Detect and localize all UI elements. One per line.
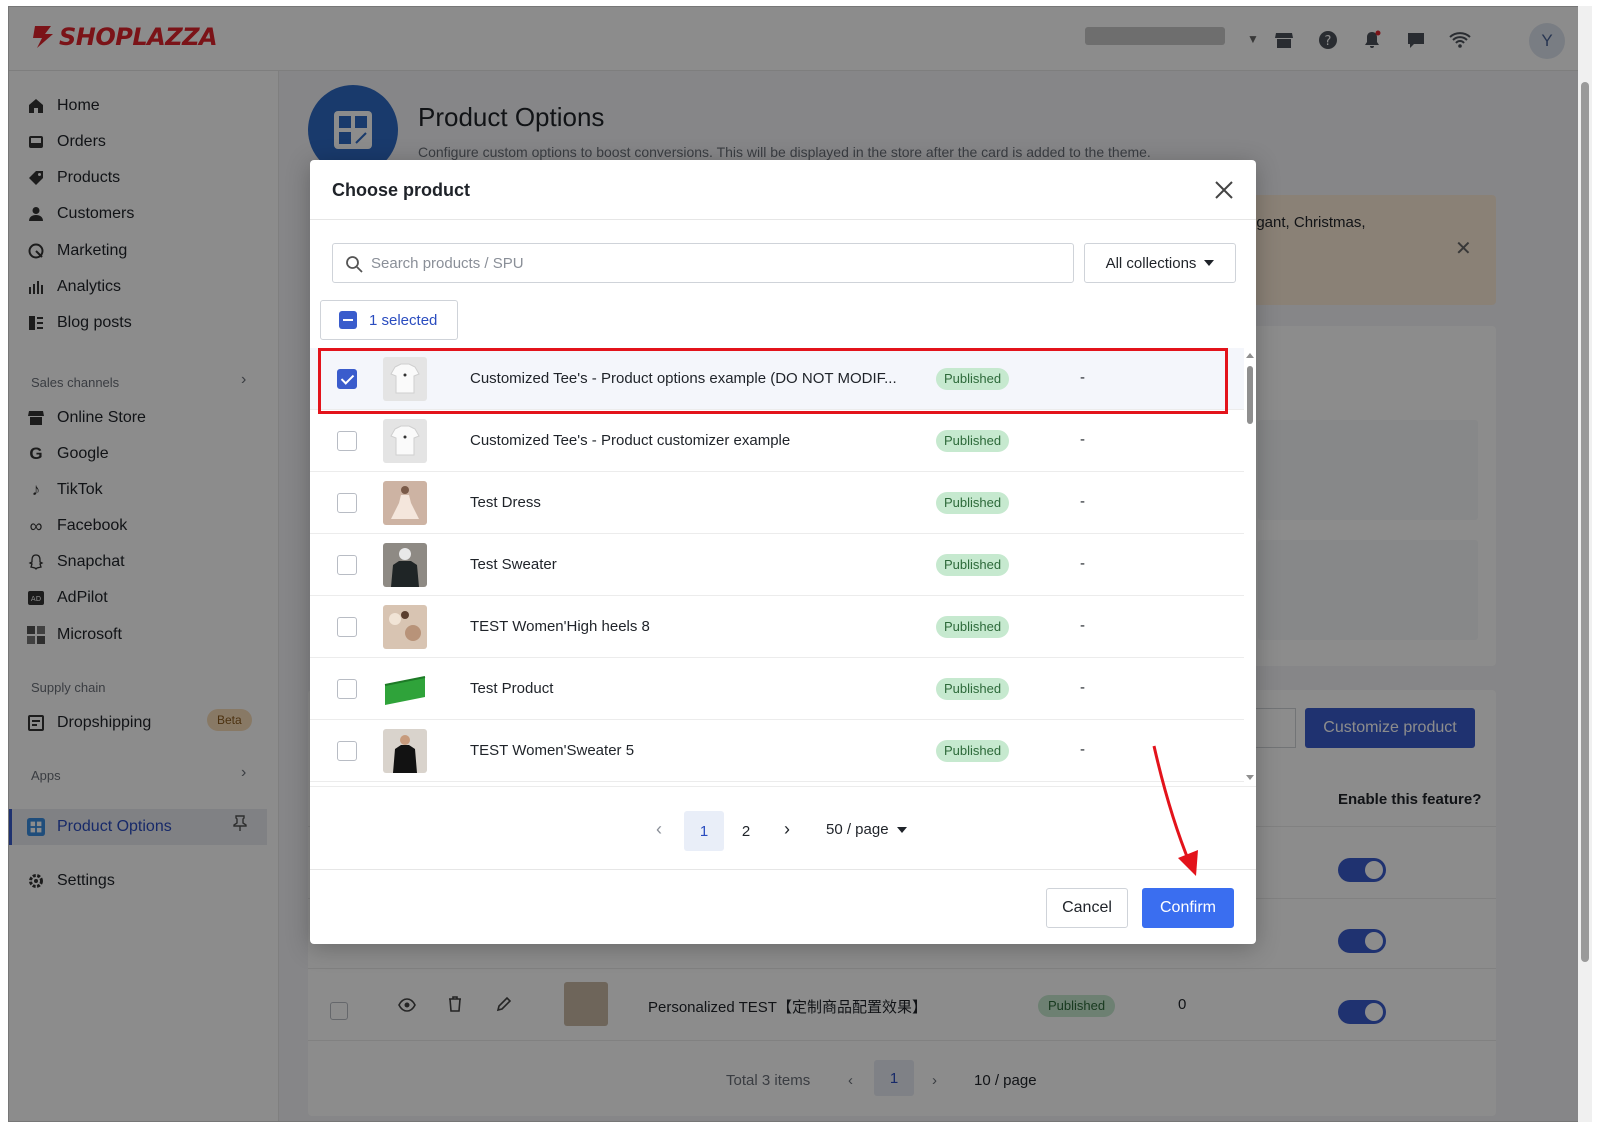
page-size-select[interactable]: 50 / page: [826, 821, 907, 838]
product-name: TEST Women'Sweater 5: [470, 742, 635, 759]
list-item[interactable]: TEST Women'Sweater 5 Published -: [310, 720, 1244, 782]
close-icon[interactable]: [1212, 178, 1236, 202]
list-item[interactable]: TEST Women'High heels 8 Published -: [310, 596, 1244, 658]
select-all-toggle[interactable]: 1 selected: [320, 300, 458, 340]
status-badge: Published: [936, 616, 1010, 638]
indeterminate-checkbox[interactable]: [339, 311, 357, 329]
list-item[interactable]: Test Dress Published -: [310, 472, 1244, 534]
row-checkbox[interactable]: [337, 493, 357, 513]
cancel-button[interactable]: Cancel: [1046, 888, 1128, 928]
product-thumbnail: [383, 729, 427, 773]
chevron-down-icon: [1204, 260, 1215, 266]
status-badge: Published: [936, 492, 1010, 514]
product-extra: -: [1080, 741, 1085, 758]
status-badge: Published: [936, 740, 1010, 762]
product-thumbnail: [383, 605, 427, 649]
product-thumbnail: [383, 481, 427, 525]
search-box[interactable]: [332, 243, 1074, 283]
chevron-right-icon[interactable]: ›: [784, 819, 790, 840]
row-checkbox[interactable]: [337, 431, 357, 451]
product-thumbnail: [383, 543, 427, 587]
selected-count: 1 selected: [369, 311, 438, 329]
product-name: Test Sweater: [470, 556, 557, 573]
dialog-header: Choose product: [310, 160, 1256, 220]
product-name: Test Dress: [470, 494, 541, 511]
pagination: ‹ 1 2 › 50 / page: [310, 786, 1256, 870]
choose-product-dialog: Choose product All collections 1 selecte…: [310, 160, 1256, 944]
row-checkbox[interactable]: [337, 679, 357, 699]
collection-filter-select[interactable]: All collections: [1084, 243, 1236, 283]
annotation-arrow-icon: [1152, 745, 1198, 876]
product-thumbnail: [383, 667, 427, 711]
selection-highlight-box: [318, 348, 1228, 414]
row-checkbox[interactable]: [337, 741, 357, 761]
status-badge: Published: [936, 554, 1010, 576]
product-name: Test Product: [470, 680, 554, 697]
product-extra: -: [1080, 555, 1085, 572]
chevron-left-icon[interactable]: ‹: [656, 819, 662, 840]
product-extra: -: [1080, 431, 1085, 448]
row-checkbox[interactable]: [337, 555, 357, 575]
search-input[interactable]: [371, 244, 1061, 282]
product-extra: -: [1080, 679, 1085, 696]
product-name: Customized Tee's - Product customizer ex…: [470, 432, 791, 449]
collection-filter-value: All collections: [1105, 254, 1197, 272]
page-size-value: 50 / page: [826, 821, 889, 838]
confirm-button[interactable]: Confirm: [1142, 888, 1234, 928]
list-item[interactable]: Customized Tee's - Product customizer ex…: [310, 410, 1244, 472]
list-item[interactable]: Test Sweater Published -: [310, 534, 1244, 596]
chevron-down-icon: [896, 826, 907, 833]
product-extra: -: [1080, 617, 1085, 634]
row-checkbox[interactable]: [337, 617, 357, 637]
page-scrollbar-thumb[interactable]: [1581, 82, 1589, 962]
status-badge: Published: [936, 678, 1010, 700]
product-name: TEST Women'High heels 8: [470, 618, 650, 635]
status-badge: Published: [936, 430, 1010, 452]
product-thumbnail: [383, 419, 427, 463]
list-item[interactable]: Test Product Published -: [310, 658, 1244, 720]
page-number[interactable]: 2: [726, 811, 766, 851]
product-extra: -: [1080, 493, 1085, 510]
dialog-title: Choose product: [332, 180, 470, 200]
list-scrollbar-thumb[interactable]: [1247, 366, 1253, 424]
page-number[interactable]: 1: [684, 811, 724, 851]
search-icon: [346, 256, 363, 273]
